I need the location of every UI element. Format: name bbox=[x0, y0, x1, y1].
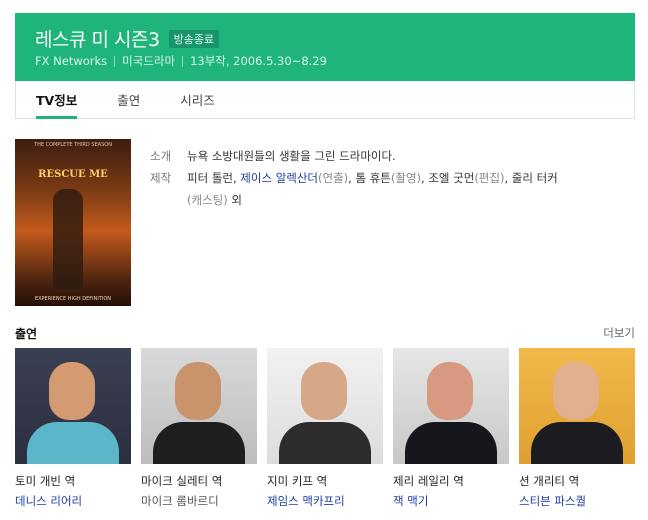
cast-role: 지미 키프 역 bbox=[267, 474, 328, 488]
photo-figure bbox=[553, 362, 599, 420]
page-title: 레스큐 미 시즌3 bbox=[35, 29, 160, 51]
cast-role: 토미 개빈 역 bbox=[15, 474, 76, 488]
cast-card[interactable]: 지미 키프 역 제임스 맥카프리 bbox=[267, 348, 383, 509]
status-badge: 방송종료 bbox=[168, 29, 220, 48]
credit-role: (캐스팅) bbox=[187, 193, 228, 207]
credits-row: 제작 피터 톨런, 제이스 알렉산더(연출), 톰 휴튼(촬영), 조엘 굿먼(… bbox=[150, 167, 617, 211]
poster-bottom-text: EXPERIENCE HIGH DEFINITION bbox=[34, 296, 112, 302]
network-link[interactable]: FX Networks bbox=[35, 54, 107, 68]
credit-text: , 조엘 굿먼 bbox=[421, 171, 475, 185]
credits-text: 피터 톨런, 제이스 알렉산더(연출), 톰 휴튼(촬영), 조엘 굿먼(편집)… bbox=[187, 167, 617, 211]
divider bbox=[182, 55, 184, 67]
photo-figure bbox=[427, 362, 473, 420]
cast-photo[interactable] bbox=[519, 348, 635, 464]
cast-photo[interactable] bbox=[15, 348, 131, 464]
cast-photo[interactable] bbox=[267, 348, 383, 464]
photo-figure bbox=[301, 362, 347, 420]
genre-link[interactable]: 미국드라마 bbox=[122, 53, 175, 69]
cast-photo[interactable] bbox=[393, 348, 509, 464]
cast-more-link[interactable]: 더보기 bbox=[603, 325, 635, 341]
photo-figure bbox=[175, 362, 221, 420]
credit-role: (연출) bbox=[318, 171, 349, 185]
credit-text: , 톰 휴튼 bbox=[348, 171, 391, 185]
poster-image[interactable]: THE COMPLETE THIRD SEASON RESCUE ME EXPE… bbox=[15, 139, 131, 306]
tab-bar: TV정보 출연 시리즈 bbox=[15, 81, 635, 119]
photo-figure bbox=[49, 362, 95, 420]
credit-role: (편집) bbox=[474, 171, 505, 185]
intro-text: 뉴욕 소방대원들의 생활을 그린 드라마이다. bbox=[187, 149, 396, 163]
credit-text: 피터 톨런, bbox=[187, 171, 241, 185]
divider bbox=[114, 55, 116, 67]
poster-top-text: THE COMPLETE THIRD SEASON bbox=[34, 142, 112, 148]
cast-name-link[interactable]: 스티븐 파스퀄 bbox=[519, 493, 635, 509]
cast-card[interactable]: 션 개리티 역 스티븐 파스퀄 bbox=[519, 348, 635, 509]
cast-list: 토미 개빈 역 데니스 리어리 마이크 실레티 역 마이크 롬바르디 지미 키프… bbox=[15, 348, 635, 509]
cast-role: 션 개리티 역 bbox=[519, 474, 580, 488]
episodes-dates: 13부작, 2006.5.30~8.29 bbox=[190, 54, 327, 68]
cast-card[interactable]: 마이크 실레티 역 마이크 롬바르디 bbox=[141, 348, 257, 509]
poster-figure bbox=[53, 189, 83, 289]
cast-card[interactable]: 토미 개빈 역 데니스 리어리 bbox=[15, 348, 131, 509]
photo-figure bbox=[531, 422, 623, 464]
intro-label: 소개 bbox=[150, 149, 172, 163]
cast-photo[interactable] bbox=[141, 348, 257, 464]
cast-role: 제리 레일리 역 bbox=[393, 474, 464, 488]
info-section: 소개 뉴욕 소방대원들의 생활을 그린 드라마이다. 제작 피터 톨런, 제이스… bbox=[150, 145, 617, 211]
intro-row: 소개 뉴욕 소방대원들의 생활을 그린 드라마이다. bbox=[150, 145, 617, 167]
credit-text: , 줄리 터커 bbox=[504, 171, 558, 185]
cast-card[interactable]: 제리 레일리 역 잭 맥기 bbox=[393, 348, 509, 509]
cast-role: 마이크 실레티 역 bbox=[141, 474, 223, 488]
credit-role: (촬영) bbox=[390, 171, 422, 185]
credit-director-link[interactable]: 제이스 알렉산더 bbox=[240, 171, 318, 185]
credits-label: 제작 bbox=[150, 171, 172, 185]
photo-figure bbox=[27, 422, 119, 464]
title-row: 레스큐 미 시즌3 방송종료 bbox=[35, 25, 220, 52]
photo-figure bbox=[153, 422, 245, 464]
title-banner: 레스큐 미 시즌3 방송종료 FX Networks 미국드라마 13부작, 2… bbox=[15, 13, 635, 81]
photo-figure bbox=[279, 422, 371, 464]
cast-name-link[interactable]: 제임스 맥카프리 bbox=[267, 493, 383, 509]
cast-name: 마이크 롬바르디 bbox=[141, 494, 219, 508]
cast-name-link[interactable]: 잭 맥기 bbox=[393, 493, 509, 509]
poster-logo: RESCUE ME bbox=[38, 169, 108, 180]
tab-series[interactable]: 시리즈 bbox=[160, 81, 235, 118]
photo-figure bbox=[405, 422, 497, 464]
cast-heading: 출연 bbox=[15, 327, 38, 341]
meta-row: FX Networks 미국드라마 13부작, 2006.5.30~8.29 bbox=[35, 53, 327, 69]
credit-text: 외 bbox=[227, 193, 242, 207]
tab-tv-info[interactable]: TV정보 bbox=[16, 81, 97, 119]
tab-cast[interactable]: 출연 bbox=[97, 81, 160, 118]
cast-name-link[interactable]: 데니스 리어리 bbox=[15, 493, 131, 509]
